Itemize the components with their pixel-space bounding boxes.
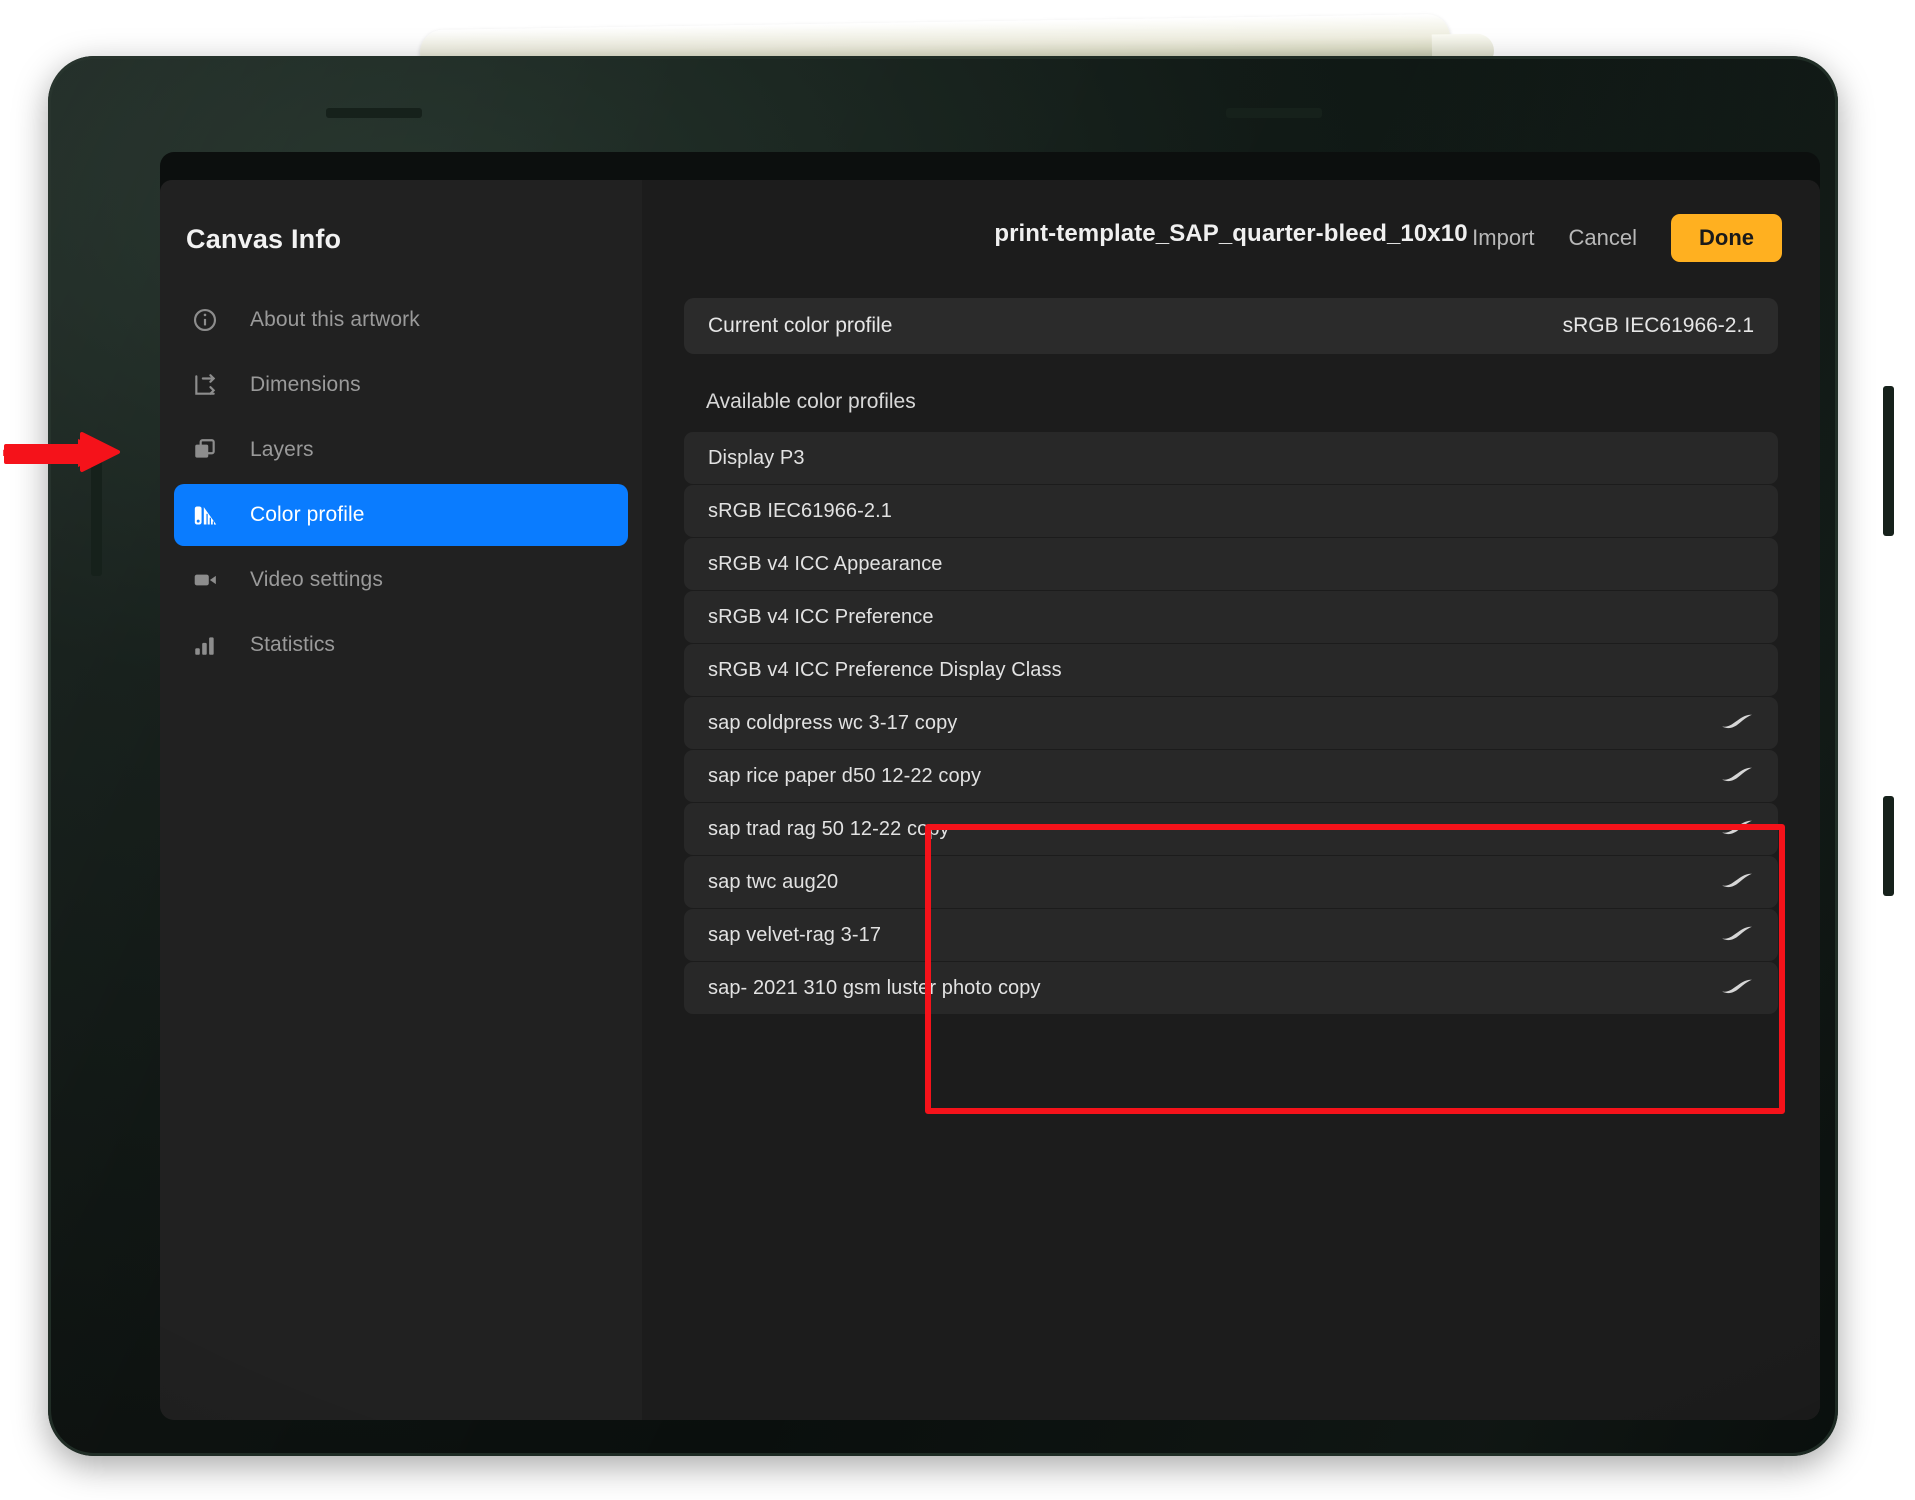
profile-row[interactable]: sap- 2021 310 gsm luster photo copy [684,962,1778,1014]
sidebar-item-video-settings[interactable]: Video settings [174,549,628,611]
profile-name: sap coldpress wc 3-17 copy [708,711,958,734]
device-top-left-button[interactable] [326,108,422,118]
sidebar-item-layers[interactable]: Layers [174,419,628,481]
brush-stroke-icon [1722,873,1752,887]
brush-stroke-icon [1720,764,1754,789]
cancel-button[interactable]: Cancel [1569,225,1637,251]
page-title: Canvas Info [186,224,342,254]
info-circle-icon [192,307,226,333]
profile-name: sap rice paper d50 12-22 copy [708,764,982,787]
sidebar-item-label: Layers [250,438,314,461]
device-top-right-button[interactable] [1226,108,1322,118]
profile-name: sap- 2021 310 gsm luster photo copy [708,976,1041,999]
profile-name: sap twc aug20 [708,870,839,893]
profile-row[interactable]: sRGB v4 ICC Preference Display Class [684,644,1778,696]
canvas-info-panel: Canvas Info About this artwork Dimension… [160,180,1820,1420]
profile-row[interactable]: sap rice paper d50 12-22 copy [684,750,1778,802]
brush-stroke-icon [1720,870,1754,895]
video-camera-icon [192,567,226,593]
device-volume-up-button[interactable] [1883,386,1894,536]
sidebar-item-color-profile[interactable]: Color profile [174,484,628,546]
profile-name: sRGB v4 ICC Preference Display Class [708,658,1062,681]
sidebar-item-list: About this artwork Dimensions Layers Col… [160,289,642,676]
profile-name: Display P3 [708,446,805,469]
done-button[interactable]: Done [1671,214,1782,262]
brush-stroke-icon [1720,711,1754,736]
color-swatch-fan-icon [192,502,226,529]
current-color-profile-row[interactable]: Current color profile sRGB IEC61966-2.1 [684,298,1778,354]
profile-row[interactable]: sap velvet-rag 3-17 [684,909,1778,961]
annotation-callout-number: 0. [0,418,12,465]
sidebar-item-dimensions[interactable]: Dimensions [174,354,628,416]
available-profiles-heading: Available color profiles [706,390,916,413]
current-color-profile-value: sRGB IEC61966-2.1 [1562,314,1754,337]
profile-row[interactable]: sRGB v4 ICC Appearance [684,538,1778,590]
profile-row[interactable]: sap trad rag 50 12-22 copy [684,803,1778,855]
device-volume-down-button[interactable] [1883,796,1894,896]
brush-stroke-icon [1722,979,1752,993]
sidebar-item-label: Video settings [250,568,383,591]
brush-stroke-icon [1720,976,1754,1001]
sidebar-item-about-this-artwork[interactable]: About this artwork [174,289,628,351]
device-left-side-button[interactable] [91,456,102,576]
photo-scene: Canvas Info About this artwork Dimension… [0,0,1915,1500]
sidebar-item-statistics[interactable]: Statistics [174,614,628,676]
bar-chart-icon [192,632,226,658]
sidebar-item-label: About this artwork [250,308,420,331]
brush-stroke-icon [1722,926,1752,940]
content-header: print-template_SAP_quarter-bleed_10x10 I… [642,180,1820,290]
header-actions: Import Cancel Done [1472,208,1782,262]
profile-name: sRGB IEC61966-2.1 [708,499,893,522]
sidebar-item-label: Dimensions [250,373,361,396]
profile-row[interactable]: Display P3 [684,432,1778,484]
brush-stroke-icon [1720,817,1754,842]
sidebar-item-label: Statistics [250,633,336,656]
crop-frame-icon [192,372,226,398]
profile-name: sap velvet-rag 3-17 [708,923,882,946]
sidebar-item-label: Color profile [250,503,365,526]
brush-stroke-icon [1720,923,1754,948]
profile-row[interactable]: sRGB IEC61966-2.1 [684,485,1778,537]
tablet-screen: Canvas Info About this artwork Dimension… [160,152,1820,1420]
available-profiles-list: Display P3 sRGB IEC61966-2.1 sRGB v4 ICC A… [684,432,1778,1014]
profile-name: sRGB v4 ICC Preference [708,605,934,628]
layers-stack-icon [192,437,226,463]
brush-stroke-icon [1722,714,1752,728]
current-color-profile-label: Current color profile [708,314,893,337]
import-button[interactable]: Import [1472,225,1534,251]
profile-row[interactable]: sRGB v4 ICC Preference [684,591,1778,643]
profile-name: sRGB v4 ICC Appearance [708,552,943,575]
tablet-device-body: Canvas Info About this artwork Dimension… [48,56,1894,1456]
profile-row[interactable]: sap coldpress wc 3-17 copy [684,697,1778,749]
brush-stroke-icon [1722,820,1752,834]
content-area: print-template_SAP_quarter-bleed_10x10 I… [642,180,1820,1420]
brush-stroke-icon [1722,767,1752,781]
sidebar: Canvas Info About this artwork Dimension… [160,180,642,1420]
profile-name: sap trad rag 50 12-22 copy [708,817,950,840]
color-profiles-area: Current color profile sRGB IEC61966-2.1 … [642,290,1820,1014]
profile-row[interactable]: sap twc aug20 [684,856,1778,908]
